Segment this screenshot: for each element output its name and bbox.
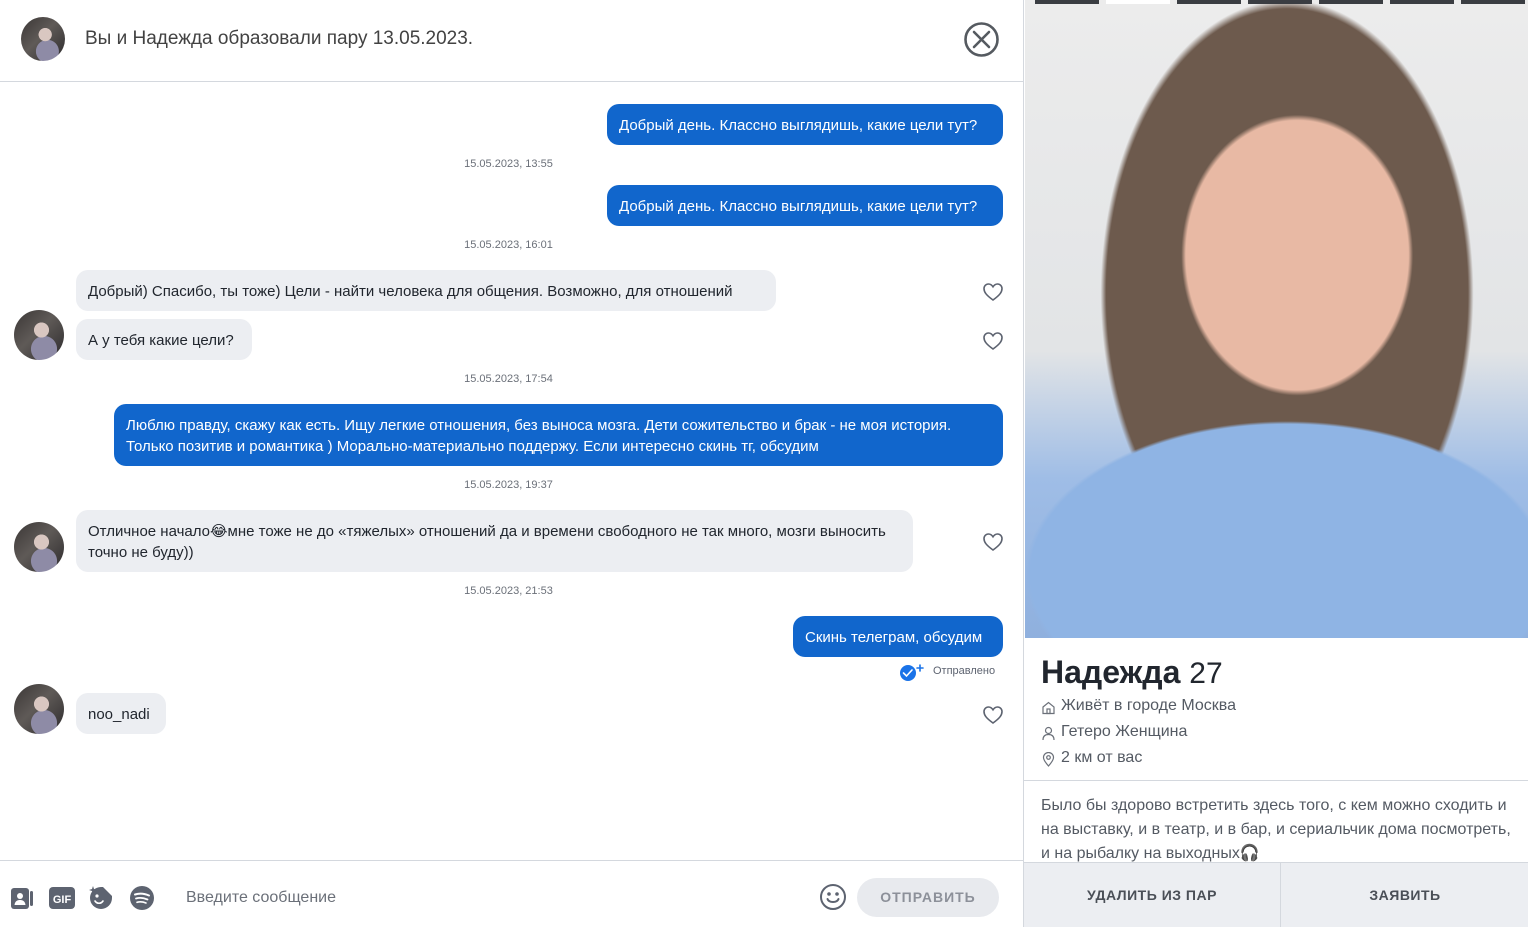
sent-status-text: Отправлено bbox=[933, 665, 996, 677]
message-timestamp: 15.05.2023, 21:53 bbox=[464, 585, 553, 597]
match-title: Вы и Надежда образовали пару 13.05.2023. bbox=[85, 28, 474, 49]
report-button[interactable]: ЗАЯВИТЬ bbox=[1281, 863, 1528, 927]
heart-icon[interactable] bbox=[982, 281, 1004, 303]
profile-city: Живёт в городе Москва bbox=[1061, 697, 1236, 714]
gif-icon[interactable]: GIF bbox=[48, 884, 76, 912]
message-incoming[interactable]: noo_nadi bbox=[76, 693, 166, 734]
profile-orientation: Гетеро Женщина bbox=[1061, 723, 1188, 740]
message-incoming[interactable]: А у тебя какие цели? bbox=[76, 319, 252, 360]
photo-indicator-dot[interactable] bbox=[1035, 0, 1099, 4]
message-outgoing[interactable]: Скинь телеграм, обсудим bbox=[793, 616, 1003, 657]
profile-bio: Было бы здорово встретить здесь того, с … bbox=[1041, 797, 1511, 862]
photo-indicator-dot-active[interactable] bbox=[1106, 0, 1170, 4]
message-timestamp: 15.05.2023, 13:55 bbox=[464, 158, 553, 170]
photo-indicator-dot[interactable] bbox=[1390, 0, 1454, 4]
photo-carousel-indicator bbox=[1025, 0, 1528, 4]
profile-panel: Надежда 27 Живёт в городе Москва Гетеро … bbox=[1023, 0, 1528, 927]
match-avatar[interactable] bbox=[21, 17, 65, 61]
chat-header: Вы и Надежда образовали пару 13.05.2023. bbox=[0, 0, 1023, 82]
heart-icon[interactable] bbox=[982, 330, 1004, 352]
message-timestamp: 15.05.2023, 17:54 bbox=[464, 373, 553, 385]
heart-icon[interactable] bbox=[982, 704, 1004, 726]
message-timestamp: 15.05.2023, 16:01 bbox=[464, 239, 553, 251]
profile-name: Надежда 27 bbox=[1041, 654, 1223, 691]
photo-indicator-dot[interactable] bbox=[1461, 0, 1525, 4]
home-icon bbox=[1042, 701, 1055, 715]
message-composer: GIF ОТПРАВИТЬ bbox=[0, 860, 1023, 927]
message-timestamp: 15.05.2023, 19:37 bbox=[464, 479, 553, 491]
sent-check-icon bbox=[900, 664, 924, 681]
profile-photo[interactable] bbox=[1025, 0, 1528, 638]
person-icon bbox=[1042, 726, 1055, 741]
message-outgoing[interactable]: Люблю правду, скажу как есть. Ищу легкие… bbox=[114, 404, 1003, 466]
contact-card-icon[interactable] bbox=[8, 884, 36, 912]
profile-actions: УДАЛИТЬ ИЗ ПАР ЗАЯВИТЬ bbox=[1024, 862, 1528, 927]
match-avatar[interactable] bbox=[14, 684, 64, 734]
profile-divider bbox=[1024, 780, 1528, 781]
message-outgoing[interactable]: Добрый день. Классно выглядишь, какие це… bbox=[607, 185, 1003, 226]
match-avatar[interactable] bbox=[14, 310, 64, 360]
profile-distance: 2 км от вас bbox=[1061, 749, 1143, 766]
svg-text:GIF: GIF bbox=[53, 894, 72, 906]
profile-name-text: Надежда bbox=[1041, 654, 1181, 690]
location-pin-icon bbox=[1042, 752, 1055, 767]
photo-indicator-dot[interactable] bbox=[1248, 0, 1312, 4]
heart-icon[interactable] bbox=[982, 531, 1004, 553]
send-button[interactable]: ОТПРАВИТЬ bbox=[857, 878, 999, 917]
profile-age: 27 bbox=[1189, 657, 1223, 690]
chat-panel: Вы и Надежда образовали пару 13.05.2023.… bbox=[0, 0, 1023, 927]
message-incoming[interactable]: Отличное начало😂мне тоже не до «тяжелых»… bbox=[76, 510, 913, 572]
spotify-icon[interactable] bbox=[128, 884, 156, 912]
message-input[interactable] bbox=[174, 881, 794, 915]
photo-indicator-dot[interactable] bbox=[1177, 0, 1241, 4]
message-outgoing[interactable]: Добрый день. Классно выглядишь, какие це… bbox=[607, 104, 1003, 145]
unmatch-button[interactable]: УДАЛИТЬ ИЗ ПАР bbox=[1024, 863, 1280, 927]
emoji-icon[interactable] bbox=[819, 883, 847, 911]
sticker-icon[interactable] bbox=[87, 884, 115, 912]
match-avatar[interactable] bbox=[14, 522, 64, 572]
photo-indicator-dot[interactable] bbox=[1319, 0, 1383, 4]
close-circle-icon[interactable] bbox=[963, 21, 1000, 58]
message-incoming[interactable]: Добрый) Спасибо, ты тоже) Цели - найти ч… bbox=[76, 270, 776, 311]
